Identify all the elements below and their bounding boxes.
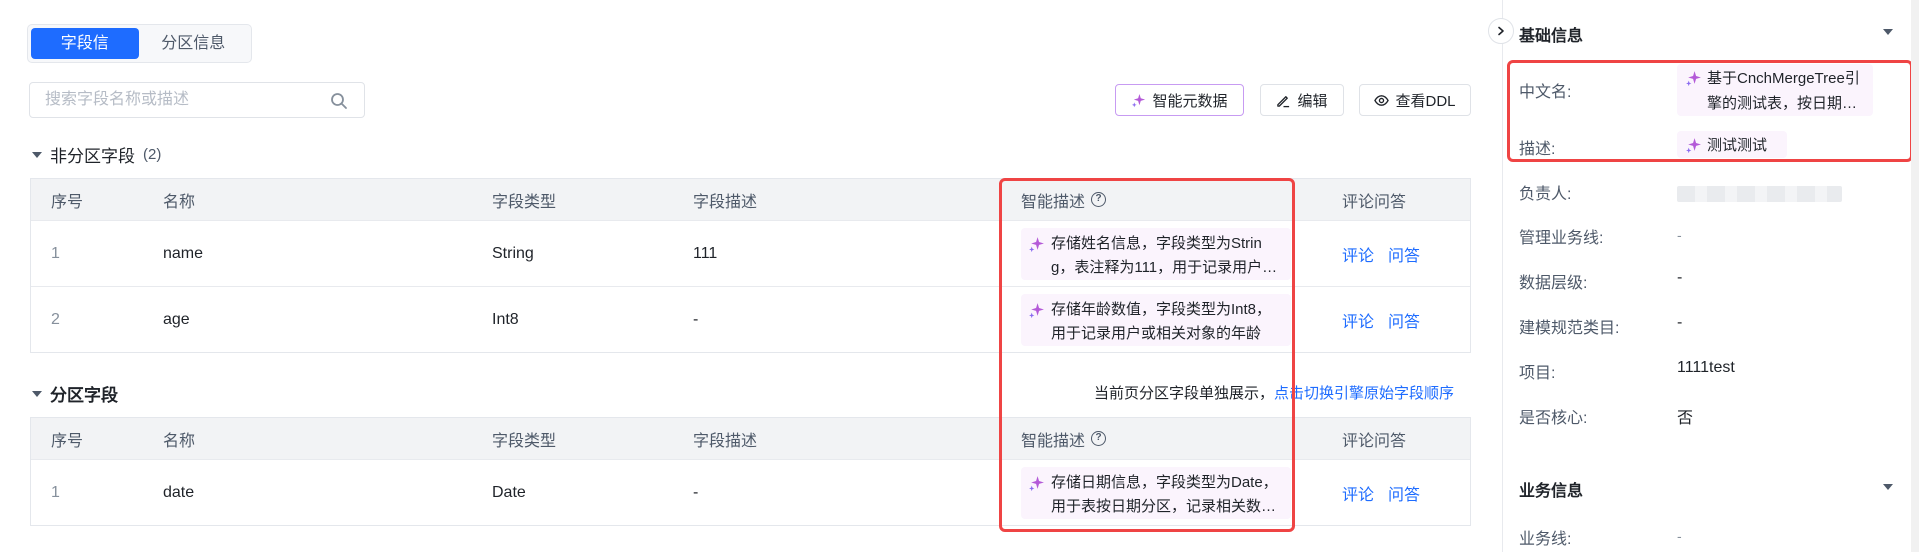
smart-metadata-label: 智能元数据 [1152,92,1228,110]
edit-label: 编辑 [1297,92,1328,110]
business-info-title[interactable]: 业务信息 [1519,477,1583,501]
non-partition-section-header[interactable]: 非分区字段 (2) [32,142,161,167]
tab-partition-info[interactable]: 分区信息 [139,28,249,59]
tab-bar: 字段信息 分区信息 [27,24,252,83]
is-core-label: 是否核心: [1519,410,1588,427]
sparkle-icon [1686,138,1701,154]
scrollbar[interactable] [1911,0,1919,552]
view-ddl-label: 查看DDL [1395,92,1456,110]
eye-icon [1374,94,1390,106]
model-category-label: 建模规范类目: [1519,320,1620,337]
collapse-panel-button[interactable] [1488,18,1514,44]
header-type: 字段类型 [492,193,557,211]
header-name: 名称 [163,432,196,450]
row-type: Int8 [492,310,519,328]
view-ddl-button[interactable]: 查看DDL [1359,84,1471,116]
sparkle-icon [1686,71,1701,87]
data-layer-value: - [1677,269,1683,286]
chevron-right-icon [1498,26,1504,36]
row-type: String [492,244,534,262]
chinese-name-label: 中文名: [1519,84,1572,101]
row-desc: 111 [693,244,718,262]
owner-label: 负责人: [1519,186,1572,203]
row-index: 2 [51,310,60,328]
is-core-value: 否 [1677,410,1694,427]
biz-line-label: 管理业务线: [1519,230,1604,247]
description-text: 测试测试 [1707,137,1768,154]
owner-value-redacted [1677,186,1842,202]
smart-metadata-button[interactable]: 智能元数据 [1115,84,1244,116]
highlight-frame [999,178,1295,532]
caret-down-icon [32,390,42,397]
non-partition-count: (2) [143,146,162,163]
basic-info-title[interactable]: 基础信息 [1519,22,1583,46]
header-desc: 字段描述 [693,432,758,450]
row-name: age [163,310,190,328]
row-actions: 评论 问答 [1342,221,1420,286]
search-icon[interactable] [330,92,348,110]
side-panel: 基础信息 中文名: 基于CnchMergeTree引擎的测试表，按日期分区存储 … [1502,0,1919,552]
comment-link[interactable]: 评论 [1342,242,1374,266]
main-panel: 字段信息 分区信息 智能元数据 编辑 查看DDL 非分区字段 [0,0,1480,552]
data-layer-label: 数据层级: [1519,275,1588,292]
chinese-name-value[interactable]: 基于CnchMergeTree引擎的测试表，按日期分区存储 [1677,64,1873,116]
header-name: 名称 [163,193,196,211]
search-box [29,82,365,118]
caret-down-icon [32,151,42,158]
header-desc: 字段描述 [693,193,758,211]
row-name: date [163,483,195,501]
partition-section-header[interactable]: 分区字段 [32,381,118,406]
header-index: 序号 [51,432,84,450]
tab-field-info[interactable]: 字段信息 [31,28,139,83]
project-value: 1111test [1677,359,1735,376]
row-actions: 评论 问答 [1342,287,1420,352]
model-category-value: - [1677,314,1683,331]
comment-link[interactable]: 评论 [1342,308,1374,332]
caret-down-icon[interactable] [1883,484,1893,490]
comment-link[interactable]: 评论 [1342,481,1374,505]
header-type: 字段类型 [492,432,557,450]
row-desc: - [693,483,699,501]
project-label: 项目: [1519,365,1556,382]
switch-order-link[interactable]: 点击切换引擎原始字段顺序 [1274,385,1454,402]
biz-line-value: - [1677,227,1682,243]
header-index: 序号 [51,193,84,211]
row-desc: - [693,310,699,328]
row-index: 1 [51,244,60,262]
description-value[interactable]: 测试测试 [1677,131,1787,158]
chinese-name-text: 基于CnchMergeTree引擎的测试表，按日期分区存储 [1707,70,1860,112]
edit-icon [1277,95,1290,107]
row-actions: 评论 问答 [1342,460,1420,525]
business-line-label: 业务线: [1519,531,1572,548]
row-index: 1 [51,483,60,501]
header-comment: 评论问答 [1342,193,1407,211]
caret-down-icon[interactable] [1883,29,1893,35]
non-partition-title: 非分区字段 [50,147,135,166]
sparkle-icon [1132,93,1146,107]
description-label: 描述: [1519,141,1556,158]
edit-button[interactable]: 编辑 [1260,84,1344,116]
partition-title: 分区字段 [50,386,118,405]
row-name: name [163,244,204,262]
qa-link[interactable]: 问答 [1388,242,1420,266]
business-line-value: - [1677,528,1682,544]
qa-link[interactable]: 问答 [1388,481,1420,505]
search-input[interactable] [30,83,310,117]
header-comment: 评论问答 [1342,432,1407,450]
qa-link[interactable]: 问答 [1388,308,1420,332]
row-type: Date [492,483,526,501]
